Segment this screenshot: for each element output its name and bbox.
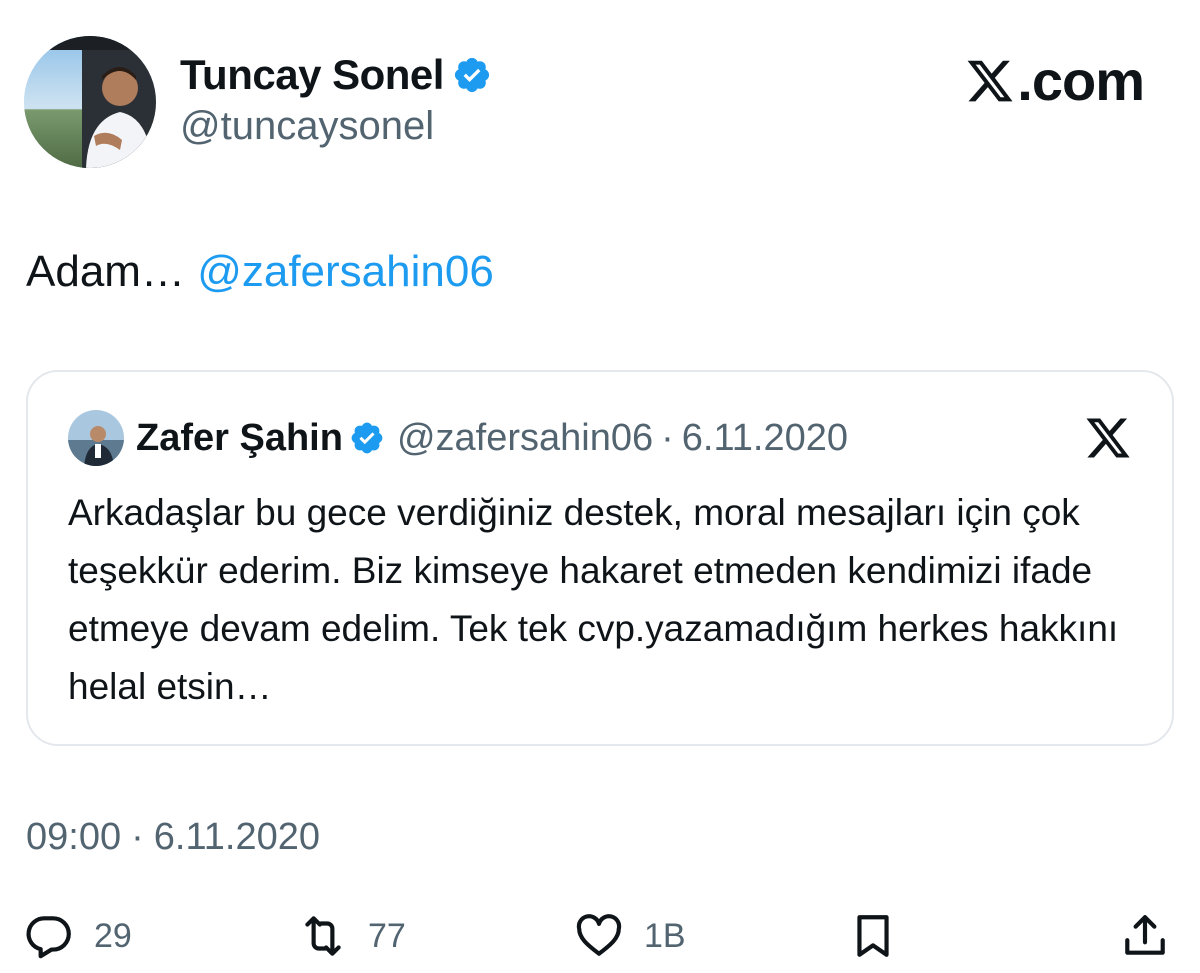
quoted-meta: @zafersahin06 · 6.11.2020 (397, 417, 848, 460)
x-logo-icon (967, 60, 1013, 101)
tweet-time: 09:00 (26, 816, 122, 858)
reply-icon (26, 916, 71, 959)
retweet-button[interactable]: 77 (298, 908, 406, 964)
reply-count: 29 (94, 916, 132, 955)
like-button[interactable]: 1B (574, 908, 686, 964)
quoted-author-avatar[interactable] (68, 410, 124, 466)
mention-link[interactable]: @zafersahin06 (197, 247, 494, 296)
tweet-timestamp[interactable]: 09:00 · 6.11.2020 (26, 816, 320, 859)
quoted-tweet[interactable]: Zafer Şahin @zafersahin06 · 6.11.2020 Ar… (26, 370, 1174, 746)
retweet-icon (305, 916, 341, 956)
quoted-tweet-header: Zafer Şahin @zafersahin06 · 6.11.2020 (68, 410, 848, 466)
tweet-body: Adam… (26, 247, 185, 296)
quoted-author-handle[interactable]: @zafersahin06 (397, 417, 653, 460)
retweet-count: 77 (368, 916, 406, 955)
like-count: 1B (644, 916, 686, 955)
bookmark-icon (857, 915, 889, 957)
quoted-date[interactable]: 6.11.2020 (682, 417, 848, 460)
tweet-text: Adam… @zafersahin06 (26, 244, 494, 300)
brand-domain: .com (1017, 49, 1145, 112)
x-com-brand: .com (965, 48, 1145, 113)
author-avatar[interactable] (24, 36, 156, 168)
author-handle[interactable]: @tuncaysonel (180, 104, 492, 149)
timestamp-separator: · (131, 816, 144, 858)
bookmark-button[interactable] (848, 908, 898, 964)
author-name[interactable]: Tuncay Sonel (180, 51, 444, 99)
x-logo-icon (1086, 418, 1130, 458)
quoted-tweet-text: Arkadaşlar bu gece verdiğiniz destek, mo… (68, 492, 1119, 707)
meta-separator: · (661, 416, 674, 459)
tweet-date: 6.11.2020 (153, 816, 320, 858)
tweet-header: Tuncay Sonel @tuncaysonel .com (0, 0, 1200, 200)
quoted-author-name[interactable]: Zafer Şahin (136, 417, 343, 460)
action-bar: 29 77 1B (0, 900, 1200, 970)
share-icon (1125, 915, 1165, 955)
verified-badge-icon (454, 57, 490, 93)
heart-icon (576, 914, 622, 956)
verified-badge-icon (351, 422, 383, 454)
reply-button[interactable]: 29 (24, 908, 132, 964)
share-button[interactable] (1120, 908, 1170, 964)
